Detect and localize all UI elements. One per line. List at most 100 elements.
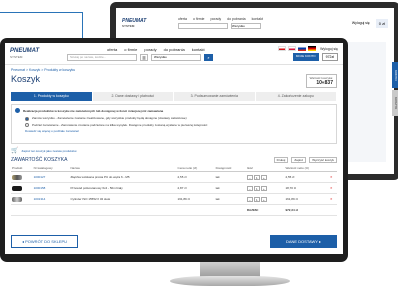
cart-total-box: Wartość koszyka: 10«837 — [305, 74, 337, 88]
product-price: 2,87 zł — [176, 182, 215, 194]
side-tab-cart[interactable]: KOSZYK — [392, 90, 398, 116]
table-row: 1001314 Cylinder ISO 15552 fi 32 skok 16… — [11, 193, 337, 205]
barcode-icon[interactable]: ▥ — [140, 53, 148, 61]
info-icon — [15, 108, 20, 113]
nav-item-oferta[interactable]: oferta — [107, 47, 117, 52]
qty-plus[interactable]: + — [260, 185, 267, 191]
sum-value: 972,34 zł — [284, 204, 330, 216]
breadcrumb[interactable]: Pneumat > Koszyk > Produkty w koszyku — [5, 65, 343, 72]
product-value: 2,55 zł — [284, 171, 330, 183]
qty-value[interactable]: 1 — [253, 196, 260, 202]
qty-plus[interactable]: + — [260, 196, 267, 202]
back-cart-button[interactable]: 0 zł — [375, 18, 388, 28]
clear-cart-button[interactable]: Wyczyść koszyk — [309, 157, 337, 163]
step-summary: 3. Podsumowanie zamówienia — [174, 92, 255, 101]
save-cart-row[interactable]: 🛒 Zapisz ten koszyk jako zestaw produktó… — [11, 147, 337, 154]
nav-item-do-pobrania[interactable]: do pobrania — [164, 47, 185, 52]
logout-link[interactable]: Wyloguj się — [320, 47, 338, 51]
product-thumbnail[interactable] — [12, 185, 22, 191]
product-name: Przewód poliuretanowy 6x4 - 50m biały — [69, 182, 177, 194]
save-button[interactable]: Zapisz — [291, 157, 307, 163]
page-title: Koszyk — [11, 74, 41, 84]
product-name: Złączka wciskana prosta PU do węża 6 - M… — [69, 171, 177, 183]
info-title: Realizacja produktów w koszyku nie zamów… — [23, 108, 164, 113]
radio-order-all[interactable] — [25, 116, 29, 121]
back-login-link[interactable]: Wyloguj się — [352, 21, 370, 25]
qty-minus[interactable]: – — [246, 185, 253, 191]
option-split-order[interactable]: Podziel zamówienie - Zamówienie zostanie… — [25, 123, 333, 127]
back-nav-item[interactable]: porady — [210, 17, 221, 21]
product-thumbnail[interactable] — [12, 174, 22, 180]
front-screen: PNEUMAT SYSTEM oferta o firmie porady do … — [5, 43, 343, 254]
search-icon[interactable]: ⌕ — [204, 53, 213, 61]
back-nav-item[interactable]: o firmie — [193, 17, 204, 21]
qty-value[interactable]: 1 — [253, 174, 260, 180]
side-tab-account[interactable]: KONTO — [392, 62, 398, 88]
decorative-line-top — [0, 12, 82, 13]
back-logo: PNEUMAT SYSTEM — [122, 18, 147, 28]
quantity-stepper[interactable]: –1 + — [246, 196, 267, 202]
my-account-button[interactable]: MOJE KONTO — [292, 53, 319, 61]
site-logo[interactable]: PNEUMAT SYSTEM — [10, 48, 62, 60]
learn-more-link[interactable]: Dowiedz się więcej o podziale zamówień — [25, 129, 79, 133]
product-price: 161,89 zł — [176, 193, 215, 205]
flag-de-icon[interactable] — [308, 46, 317, 51]
delivery-data-button[interactable]: DANE DOSTAWY ▸ — [269, 235, 337, 248]
qty-minus[interactable]: – — [246, 174, 253, 180]
flag-pl-icon[interactable] — [288, 46, 297, 51]
product-code-link[interactable]: 1001314 — [32, 193, 70, 205]
product-code-link[interactable]: 1000158 — [32, 182, 70, 194]
cart-icon: 🛒 — [11, 148, 19, 154]
checkout-steps: 1. Produkty w koszyku 2. Dane dostawy i … — [11, 92, 337, 101]
product-thumbnail[interactable] — [12, 196, 22, 202]
quantity-stepper[interactable]: –1 + — [246, 185, 267, 191]
back-search-select[interactable]: Wszystko — [231, 23, 261, 29]
product-mockup: PNEUMAT SYSTEM oferta o firmie porady do … — [0, 0, 398, 293]
nav-item-porady[interactable]: porady — [144, 47, 156, 52]
remove-icon[interactable]: ✕ — [329, 182, 337, 194]
remove-icon[interactable]: ✕ — [329, 171, 337, 183]
back-nav-item[interactable]: oferta — [178, 17, 187, 21]
flag-cz-icon[interactable] — [278, 46, 287, 51]
monitor-stand-base — [170, 276, 290, 286]
print-button[interactable]: Drukuj — [273, 157, 289, 163]
back-nav-item[interactable]: do pobrania — [227, 17, 246, 21]
search-category-select[interactable]: Wszystko — [151, 53, 201, 61]
option-order-all[interactable]: Zamów wszystko - Zamówienie zostanie zre… — [25, 116, 333, 121]
step-products[interactable]: 1. Produkty w koszyku — [11, 92, 92, 101]
quantity-stepper[interactable]: –1 + — [246, 174, 267, 180]
radio-split-order[interactable] — [25, 123, 29, 127]
back-header: PNEUMAT SYSTEM oferta o firmie porady do … — [116, 8, 394, 38]
qty-value[interactable]: 1 — [253, 185, 260, 191]
save-cart-link[interactable]: Zapisz ten koszyk jako zestaw produktów — [21, 149, 76, 153]
qty-minus[interactable]: – — [246, 196, 253, 202]
sum-row: RAZEM: 972,34 zł — [11, 204, 337, 216]
product-availability: tak — [214, 193, 246, 205]
nav-item-kontakt[interactable]: kontakt — [192, 47, 205, 52]
sum-label: RAZEM: — [245, 204, 285, 216]
qty-plus[interactable]: + — [260, 174, 267, 180]
fulfilment-options: Realizacja produktów w koszyku nie zamów… — [11, 104, 337, 144]
main-nav: oferta o firmie porady do pobrania konta… — [67, 47, 273, 52]
product-value: 18,70 zł — [284, 182, 330, 194]
cart-button[interactable]: 972zł — [321, 53, 338, 61]
search-input[interactable]: Szukaj po nazwie, kodzie... — [67, 53, 137, 61]
cart-contents-title: ZAWARTOŚĆ KOSZYKA — [11, 157, 68, 163]
flag-ru-icon[interactable] — [298, 46, 307, 51]
back-search-input[interactable] — [178, 23, 228, 29]
nav-item-o-firmie[interactable]: o firmie — [124, 47, 137, 52]
step-finish: 4. Zakończenie zakupu — [255, 92, 336, 101]
remove-icon[interactable]: ✕ — [329, 193, 337, 205]
site-header: PNEUMAT SYSTEM oferta o firmie porady do … — [5, 43, 343, 65]
product-value: 161,89 zł — [284, 193, 330, 205]
back-to-shop-button[interactable]: ◂ POWRÓT DO SKLEPU — [11, 235, 79, 248]
table-row: 1000158 Przewód poliuretanowy 6x4 - 50m … — [11, 182, 337, 194]
decorative-line-left — [82, 12, 83, 38]
back-nav: oferta o firmie porady do pobrania konta… — [178, 17, 346, 21]
back-nav-item[interactable]: kontakt — [252, 17, 263, 21]
product-code-link[interactable]: 1000127 — [32, 171, 70, 183]
table-row: 1000127 Złączka wciskana prosta PU do wę… — [11, 171, 337, 183]
product-price: 2,55 zł — [176, 171, 215, 183]
product-availability: tak — [214, 171, 246, 183]
front-monitor: PNEUMAT SYSTEM oferta o firmie porady do … — [0, 38, 348, 262]
